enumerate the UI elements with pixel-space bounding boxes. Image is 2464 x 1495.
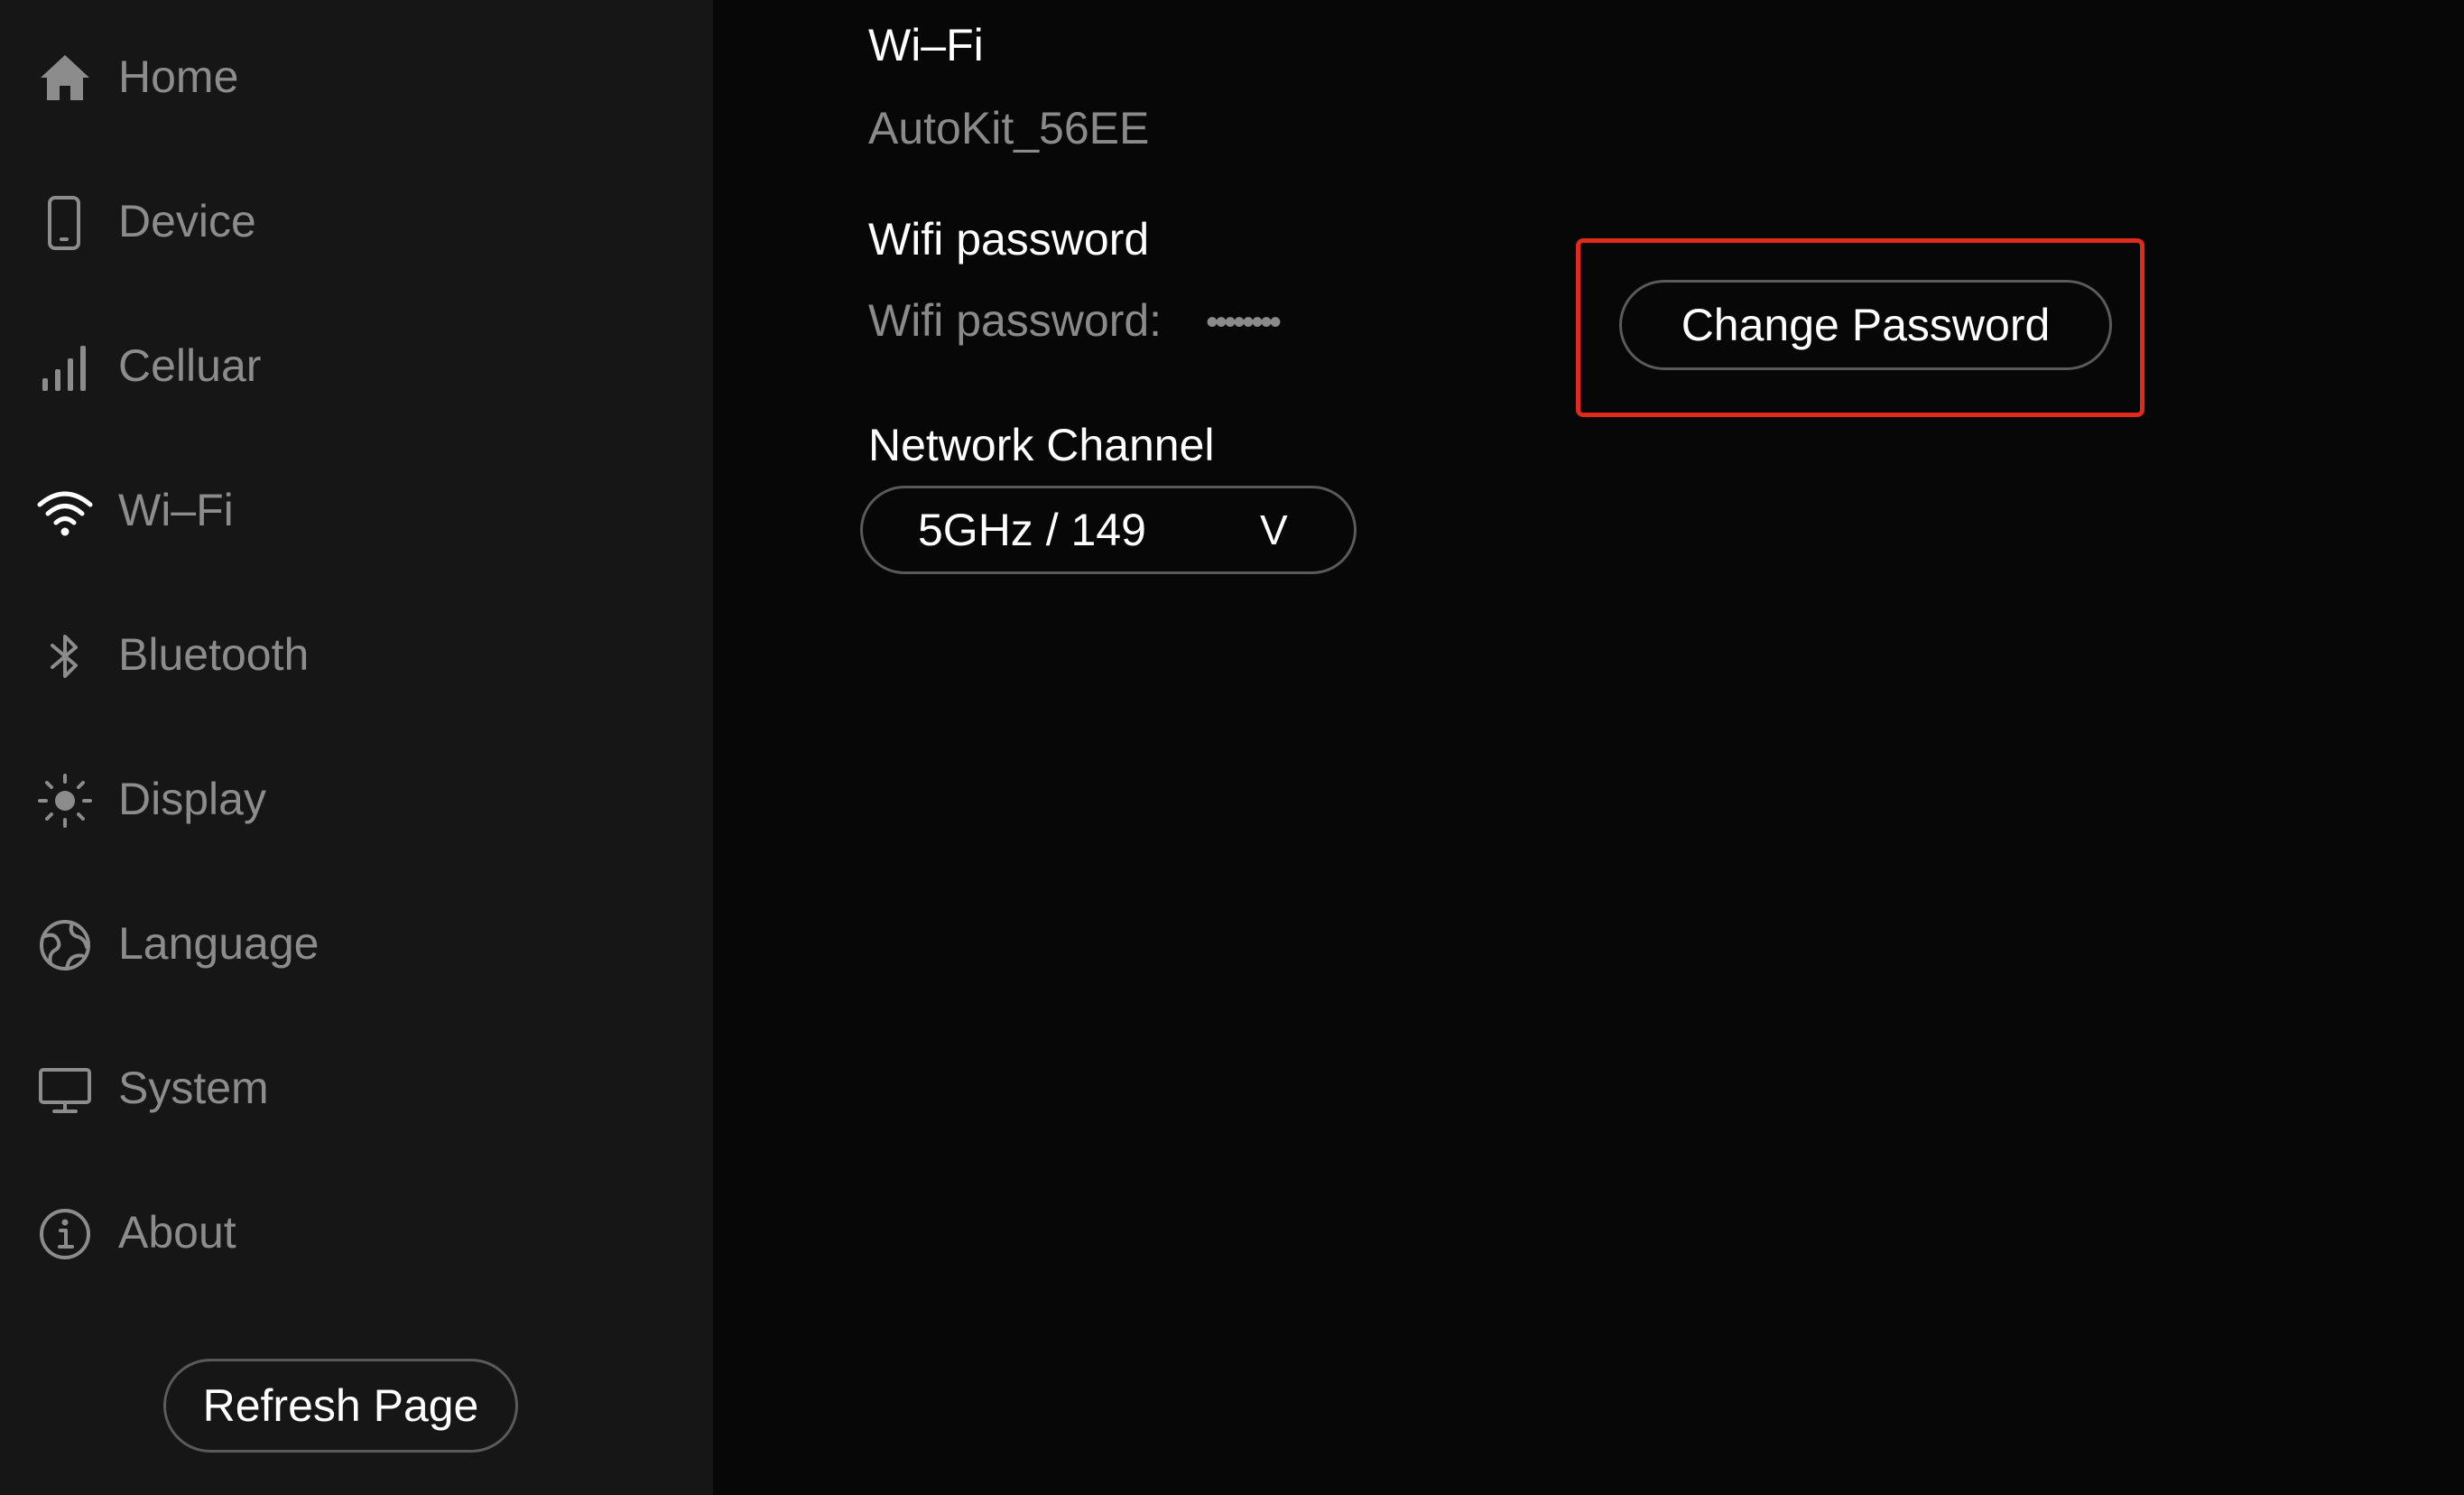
sidebar-item-label: Bluetooth bbox=[118, 629, 310, 680]
sidebar-item-label: Home bbox=[118, 51, 239, 102]
chevron-down-icon: V bbox=[1260, 506, 1288, 553]
sidebar-item-display[interactable]: Display bbox=[0, 745, 713, 853]
sidebar-item-label: System bbox=[118, 1063, 269, 1113]
sidebar-item-device[interactable]: Device bbox=[0, 167, 713, 275]
sidebar-item-label: Wi–Fi bbox=[118, 485, 234, 535]
sidebar-item-celluar[interactable]: Celluar bbox=[0, 311, 713, 420]
sidebar-item-language[interactable]: Language bbox=[0, 889, 713, 998]
sidebar-item-home[interactable]: Home bbox=[0, 23, 713, 131]
wifi-password-label: Wifi password: bbox=[868, 295, 1163, 346]
network-channel-value: 5GHz / 149 bbox=[918, 505, 1146, 555]
sidebar-item-label: Display bbox=[118, 774, 266, 824]
sidebar-item-label: Device bbox=[118, 196, 256, 246]
info-icon bbox=[36, 1205, 94, 1263]
home-icon bbox=[36, 50, 94, 107]
sidebar-item-wifi[interactable]: Wi–Fi bbox=[0, 456, 713, 564]
wifi-ssid: AutoKit_56EE bbox=[868, 103, 1150, 153]
sidebar-item-label: Language bbox=[118, 918, 320, 969]
bluetooth-icon bbox=[36, 627, 94, 685]
globe-icon bbox=[36, 916, 94, 974]
main-panel: Wi–Fi AutoKit_56EE Wifi password Wifi pa… bbox=[713, 0, 2464, 1495]
refresh-page-button[interactable]: Refresh Page bbox=[163, 1359, 518, 1453]
sidebar-item-label: Celluar bbox=[118, 340, 262, 391]
wifi-password-value: •••••••• bbox=[1206, 302, 1282, 342]
wifi-icon bbox=[36, 483, 94, 541]
network-channel-title: Network Channel bbox=[868, 420, 1215, 470]
wifi-password-title: Wifi password bbox=[868, 214, 1150, 265]
sidebar-item-label: About bbox=[118, 1207, 236, 1258]
change-password-button[interactable]: Change Password bbox=[1619, 280, 2112, 370]
signal-bars-icon bbox=[36, 339, 94, 396]
sidebar-item-bluetooth[interactable]: Bluetooth bbox=[0, 600, 713, 709]
brightness-icon bbox=[36, 772, 94, 830]
wifi-section-title: Wi–Fi bbox=[868, 20, 984, 70]
sidebar-item-system[interactable]: System bbox=[0, 1034, 713, 1142]
monitor-icon bbox=[36, 1061, 94, 1119]
app-window: Home Device Celluar Wi–Fi Bluetooth Disp… bbox=[0, 0, 2464, 1495]
sidebar: Home Device Celluar Wi–Fi Bluetooth Disp… bbox=[0, 0, 713, 1495]
sidebar-item-about[interactable]: About bbox=[0, 1178, 713, 1286]
network-channel-select[interactable]: 5GHz / 149 V bbox=[860, 486, 1357, 574]
phone-icon bbox=[36, 194, 94, 252]
